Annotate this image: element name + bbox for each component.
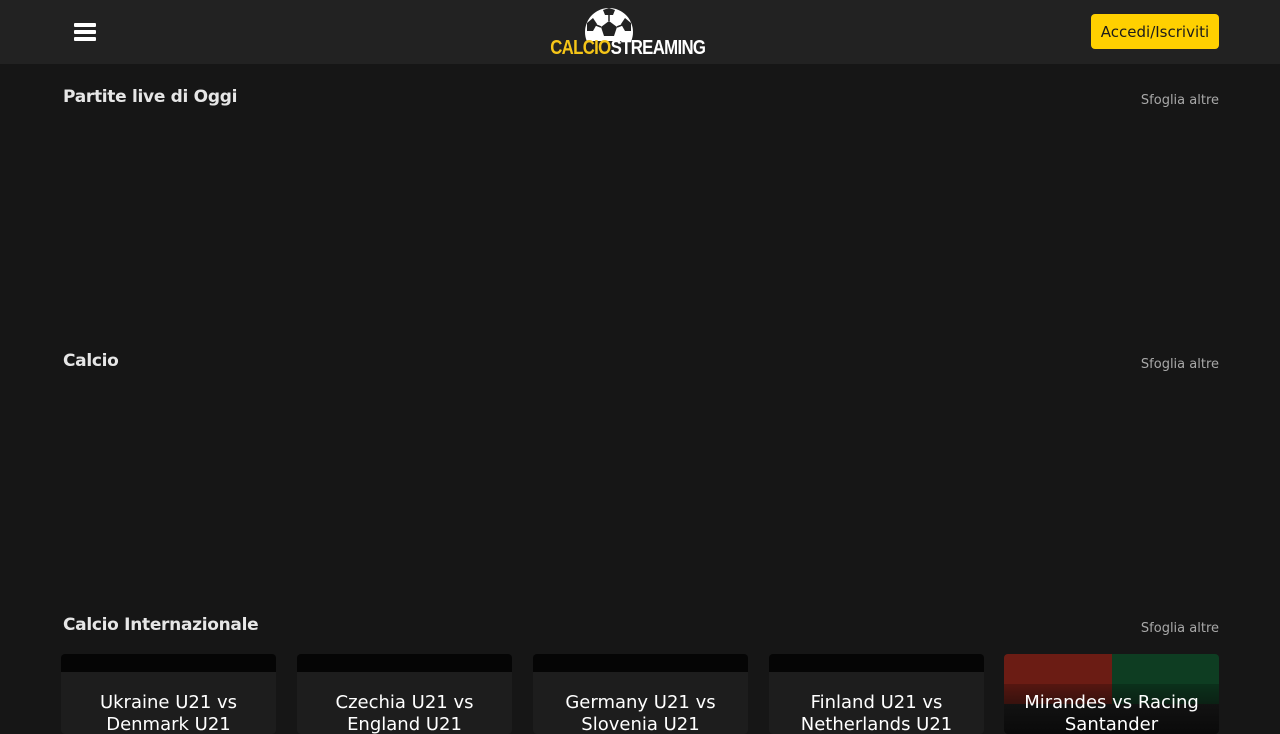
browse-more-calcio-link[interactable]: Sfoglia altre	[1141, 357, 1219, 372]
section-title-live-today: Partite live di Oggi	[63, 87, 238, 107]
browse-more-live-today-link[interactable]: Sfoglia altre	[1141, 93, 1219, 108]
match-card[interactable]: Finland U21 vs Netherlands U21	[769, 654, 984, 734]
match-card[interactable]: Mirandes vs Racing Santander	[1004, 654, 1219, 734]
match-card[interactable]: Germany U21 vs Slovenia U21	[533, 654, 748, 734]
match-card[interactable]: Ukraine U21 vs Denmark U21	[61, 654, 276, 734]
browse-more-calcio-internazionale-link[interactable]: Sfoglia altre	[1141, 621, 1219, 636]
match-card-title: Czechia U21 vs England U21	[335, 692, 474, 734]
match-card-title: Mirandes vs Racing Santander	[1024, 692, 1199, 734]
section-title-calcio-internazionale: Calcio Internazionale	[63, 615, 259, 635]
top-navbar: CALCIOSTREAMING Accedi/Iscriviti	[0, 0, 1280, 64]
site-logo[interactable]: CALCIOSTREAMING	[539, 7, 706, 59]
match-card-title: Ukraine U21 vs Denmark U21	[99, 692, 238, 734]
hamburger-menu-icon[interactable]	[74, 22, 96, 42]
match-card-title: Germany U21 vs Slovenia U21	[565, 692, 716, 734]
match-card[interactable]: Czechia U21 vs England U21	[297, 654, 512, 734]
match-card-title: Finland U21 vs Netherlands U21	[800, 692, 953, 734]
logo-wordmark: CALCIOSTREAMING	[550, 37, 706, 59]
section-title-calcio: Calcio	[63, 351, 119, 371]
login-signup-button[interactable]: Accedi/Iscriviti	[1091, 14, 1219, 49]
